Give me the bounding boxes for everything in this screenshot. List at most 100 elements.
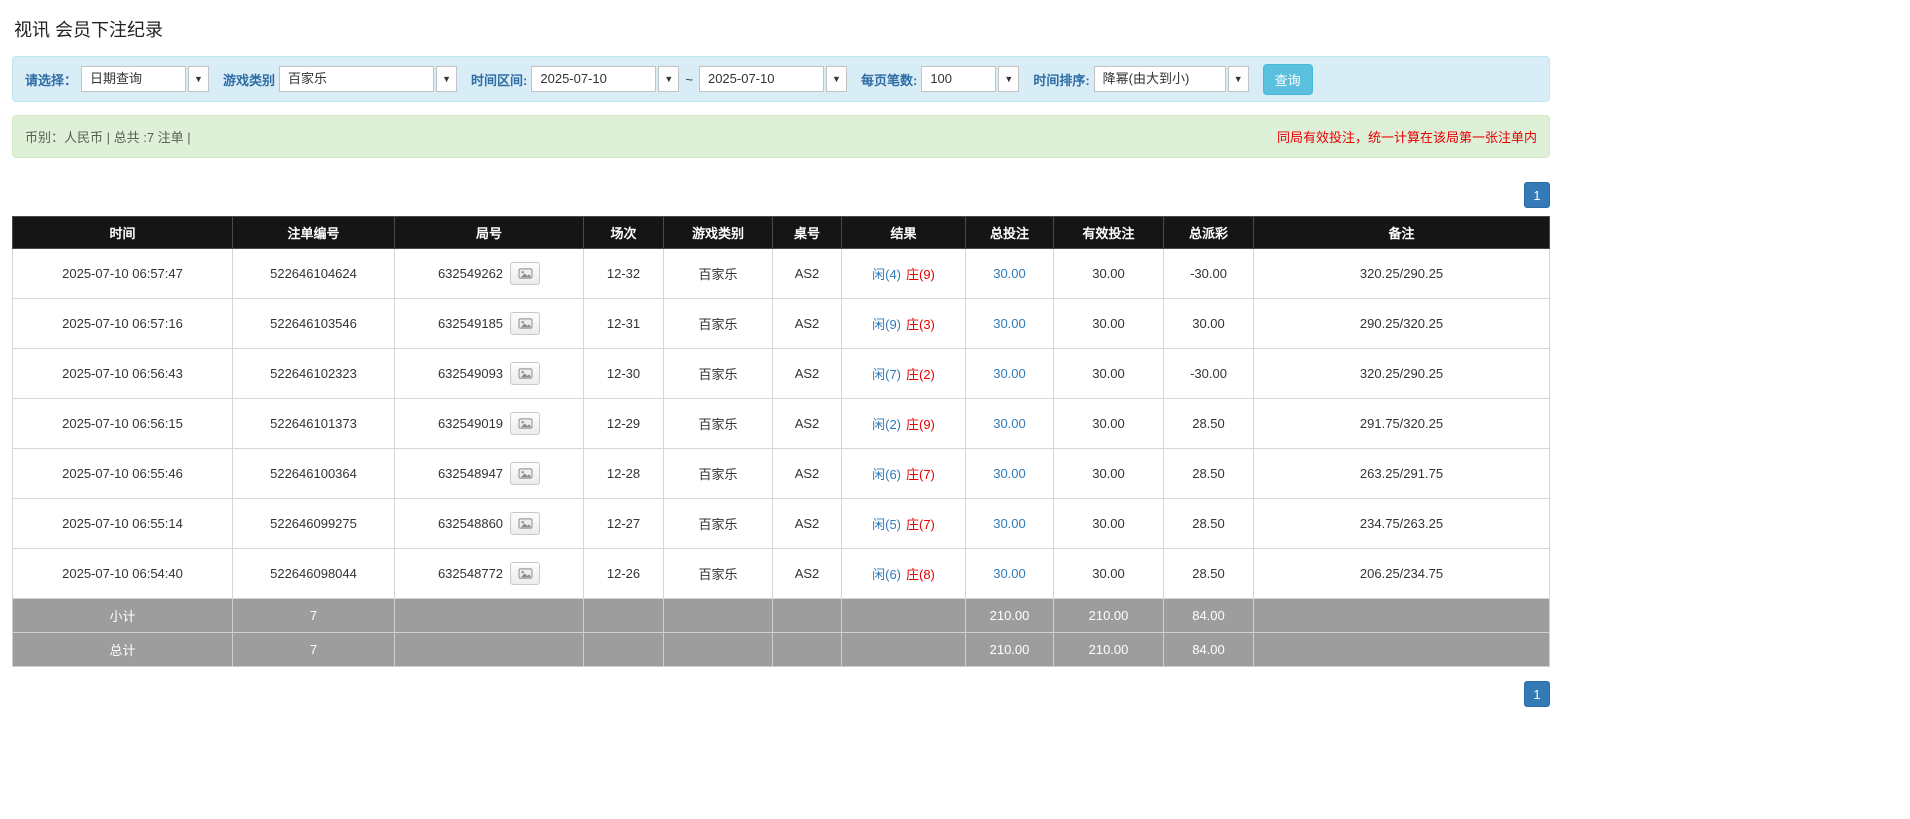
view-cards-button[interactable] (510, 262, 540, 285)
chevron-down-icon[interactable]: ▼ (436, 66, 457, 92)
cell-valid-bet: 30.00 (1054, 499, 1164, 549)
result-banker: 庄(8) (906, 567, 935, 582)
cell-bet-id: 522646102323 (233, 349, 395, 399)
search-button[interactable]: 查询 (1263, 64, 1313, 95)
filter-bar: 请选择： 日期查询 ▼ 游戏类别 百家乐 ▼ 时间区间: 2025-07-10 … (12, 56, 1550, 102)
subtotal-valid-bet: 210.00 (1054, 599, 1164, 633)
select-type-dropdown[interactable]: 日期查询 ▼ (81, 66, 209, 92)
cell-table-no: AS2 (773, 299, 842, 349)
total-valid-bet: 210.00 (1054, 633, 1164, 667)
total-bet-link[interactable]: 30.00 (993, 316, 1026, 331)
cell-valid-bet: 30.00 (1054, 449, 1164, 499)
cell-session: 12-26 (584, 549, 664, 599)
cell-time: 2025-07-10 06:57:16 (13, 299, 233, 349)
cell-total-bet: 30.00 (966, 349, 1054, 399)
date-separator: ~ (685, 72, 693, 87)
chevron-down-icon[interactable]: ▼ (658, 66, 679, 92)
cell-bet-id: 522646098044 (233, 549, 395, 599)
page-size-label: 每页笔数: (861, 70, 917, 89)
date-to-value: 2025-07-10 (699, 66, 824, 92)
empty-cell (584, 599, 664, 633)
table-row: 2025-07-10 06:55:46 522646100364 6325489… (13, 449, 1550, 499)
round-id-text: 632549262 (438, 266, 503, 281)
view-cards-button[interactable] (510, 312, 540, 335)
game-type-dropdown[interactable]: 百家乐 ▼ (279, 66, 457, 92)
column-header: 场次 (584, 217, 664, 249)
empty-cell (842, 633, 966, 667)
cell-payout: 28.50 (1164, 399, 1254, 449)
subtotal-total-bet: 210.00 (966, 599, 1054, 633)
pagination-top: 1 (12, 182, 1550, 208)
view-cards-button[interactable] (510, 362, 540, 385)
subtotal-label: 小计 (13, 599, 233, 633)
total-bet-link[interactable]: 30.00 (993, 366, 1026, 381)
table-header-row: 时间注单编号局号场次游戏类别桌号结果总投注有效投注总派彩备注 (13, 217, 1550, 249)
date-to-dropdown[interactable]: 2025-07-10 ▼ (699, 66, 847, 92)
cell-total-bet: 30.00 (966, 399, 1054, 449)
cell-result: 闲(2)庄(9) (842, 399, 966, 449)
cell-round-id: 632549093 (395, 349, 584, 399)
total-bet-link[interactable]: 30.00 (993, 416, 1026, 431)
page-title: 视讯 会员下注纪录 (14, 16, 1550, 42)
cell-note: 291.75/320.25 (1254, 399, 1550, 449)
cell-note: 263.25/291.75 (1254, 449, 1550, 499)
page-1-button[interactable]: 1 (1524, 681, 1550, 707)
empty-cell (773, 599, 842, 633)
table-row: 2025-07-10 06:56:15 522646101373 6325490… (13, 399, 1550, 449)
empty-cell (1254, 599, 1550, 633)
total-bet-link[interactable]: 30.00 (993, 566, 1026, 581)
total-row: 总计 7 210.00 210.00 84.00 (13, 633, 1550, 667)
cell-table-no: AS2 (773, 249, 842, 299)
empty-cell (584, 633, 664, 667)
cell-time: 2025-07-10 06:55:46 (13, 449, 233, 499)
cell-total-bet: 30.00 (966, 449, 1054, 499)
total-bet-link[interactable]: 30.00 (993, 466, 1026, 481)
subtotal-row: 小计 7 210.00 210.00 84.00 (13, 599, 1550, 633)
view-cards-button[interactable] (510, 512, 540, 535)
cell-payout: 28.50 (1164, 549, 1254, 599)
cell-total-bet: 30.00 (966, 299, 1054, 349)
cell-time: 2025-07-10 06:57:47 (13, 249, 233, 299)
total-payout: 84.00 (1164, 633, 1254, 667)
column-header: 总派彩 (1164, 217, 1254, 249)
view-cards-button[interactable] (510, 462, 540, 485)
column-header: 局号 (395, 217, 584, 249)
cell-table-no: AS2 (773, 499, 842, 549)
chevron-down-icon[interactable]: ▼ (826, 66, 847, 92)
cell-payout: 28.50 (1164, 499, 1254, 549)
page-size-value: 100 (921, 66, 996, 92)
view-cards-button[interactable] (510, 412, 540, 435)
sort-order-value: 降幂(由大到小) (1094, 66, 1226, 92)
cards-image-icon (518, 317, 533, 330)
total-bet-link[interactable]: 30.00 (993, 266, 1026, 281)
result-banker: 庄(7) (906, 467, 935, 482)
cell-time: 2025-07-10 06:56:15 (13, 399, 233, 449)
cell-result: 闲(7)庄(2) (842, 349, 966, 399)
cell-total-bet: 30.00 (966, 499, 1054, 549)
chevron-down-icon[interactable]: ▼ (1228, 66, 1249, 92)
result-player: 闲(5) (872, 517, 901, 532)
page-1-button[interactable]: 1 (1524, 182, 1550, 208)
select-type-value: 日期查询 (81, 66, 186, 92)
chevron-down-icon[interactable]: ▼ (998, 66, 1019, 92)
column-header: 时间 (13, 217, 233, 249)
cards-image-icon (518, 567, 533, 580)
cell-note: 320.25/290.25 (1254, 349, 1550, 399)
view-cards-button[interactable] (510, 562, 540, 585)
cell-bet-id: 522646099275 (233, 499, 395, 549)
column-header: 结果 (842, 217, 966, 249)
empty-cell (395, 633, 584, 667)
empty-cell (773, 633, 842, 667)
result-banker: 庄(2) (906, 367, 935, 382)
result-player: 闲(6) (872, 567, 901, 582)
sort-order-dropdown[interactable]: 降幂(由大到小) ▼ (1094, 66, 1249, 92)
date-from-value: 2025-07-10 (531, 66, 656, 92)
total-bet-link[interactable]: 30.00 (993, 516, 1026, 531)
page-size-dropdown[interactable]: 100 ▼ (921, 66, 1019, 92)
cell-bet-id: 522646100364 (233, 449, 395, 499)
date-from-dropdown[interactable]: 2025-07-10 ▼ (531, 66, 679, 92)
round-id-text: 632548860 (438, 516, 503, 531)
cell-payout: -30.00 (1164, 249, 1254, 299)
chevron-down-icon[interactable]: ▼ (188, 66, 209, 92)
table-body: 2025-07-10 06:57:47 522646104624 6325492… (13, 249, 1550, 599)
